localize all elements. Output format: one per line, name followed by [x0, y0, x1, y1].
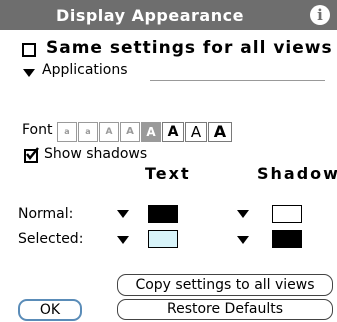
- normal-text-color-chevron-icon[interactable]: [117, 210, 129, 218]
- font-option-1[interactable]: a: [57, 122, 77, 142]
- font-option-3[interactable]: A: [99, 122, 119, 142]
- normal-shadow-color-chevron-icon[interactable]: [237, 210, 249, 218]
- shadow-column-header: Shadow: [257, 164, 337, 183]
- check-icon: [26, 147, 39, 160]
- normal-shadow-color-swatch[interactable]: [272, 205, 302, 223]
- selected-shadow-color-swatch[interactable]: [272, 230, 302, 248]
- font-option-5-selected[interactable]: A: [141, 122, 161, 142]
- font-option-8[interactable]: A: [208, 122, 232, 142]
- category-dropdown[interactable]: Applications: [42, 62, 128, 78]
- font-option-2[interactable]: a: [78, 122, 98, 142]
- same-settings-checkbox[interactable]: [22, 43, 36, 57]
- text-column-header: Text: [145, 164, 191, 183]
- category-divider: [150, 80, 325, 81]
- selected-row-label: Selected:: [18, 231, 84, 247]
- selected-text-color-chevron-icon[interactable]: [117, 236, 129, 244]
- font-option-6[interactable]: A: [162, 122, 184, 142]
- font-option-4[interactable]: A: [120, 122, 140, 142]
- font-option-7[interactable]: A: [185, 122, 207, 142]
- show-shadows-label: Show shadows: [44, 146, 148, 162]
- page-title: Display Appearance: [56, 6, 244, 25]
- font-label: Font: [22, 122, 53, 138]
- normal-text-color-swatch[interactable]: [148, 205, 178, 223]
- ok-button[interactable]: OK: [18, 299, 82, 321]
- normal-row-label: Normal:: [18, 206, 74, 222]
- info-icon[interactable]: i: [310, 5, 330, 25]
- category-chevron-down-icon[interactable]: [23, 69, 35, 77]
- same-settings-label: Same settings for all views: [46, 38, 333, 58]
- copy-settings-button[interactable]: Copy settings to all views: [117, 274, 333, 296]
- restore-defaults-button[interactable]: Restore Defaults: [117, 299, 333, 320]
- selected-shadow-color-chevron-icon[interactable]: [237, 236, 249, 244]
- selected-text-color-swatch[interactable]: [148, 230, 178, 248]
- show-shadows-checkbox[interactable]: [24, 147, 39, 163]
